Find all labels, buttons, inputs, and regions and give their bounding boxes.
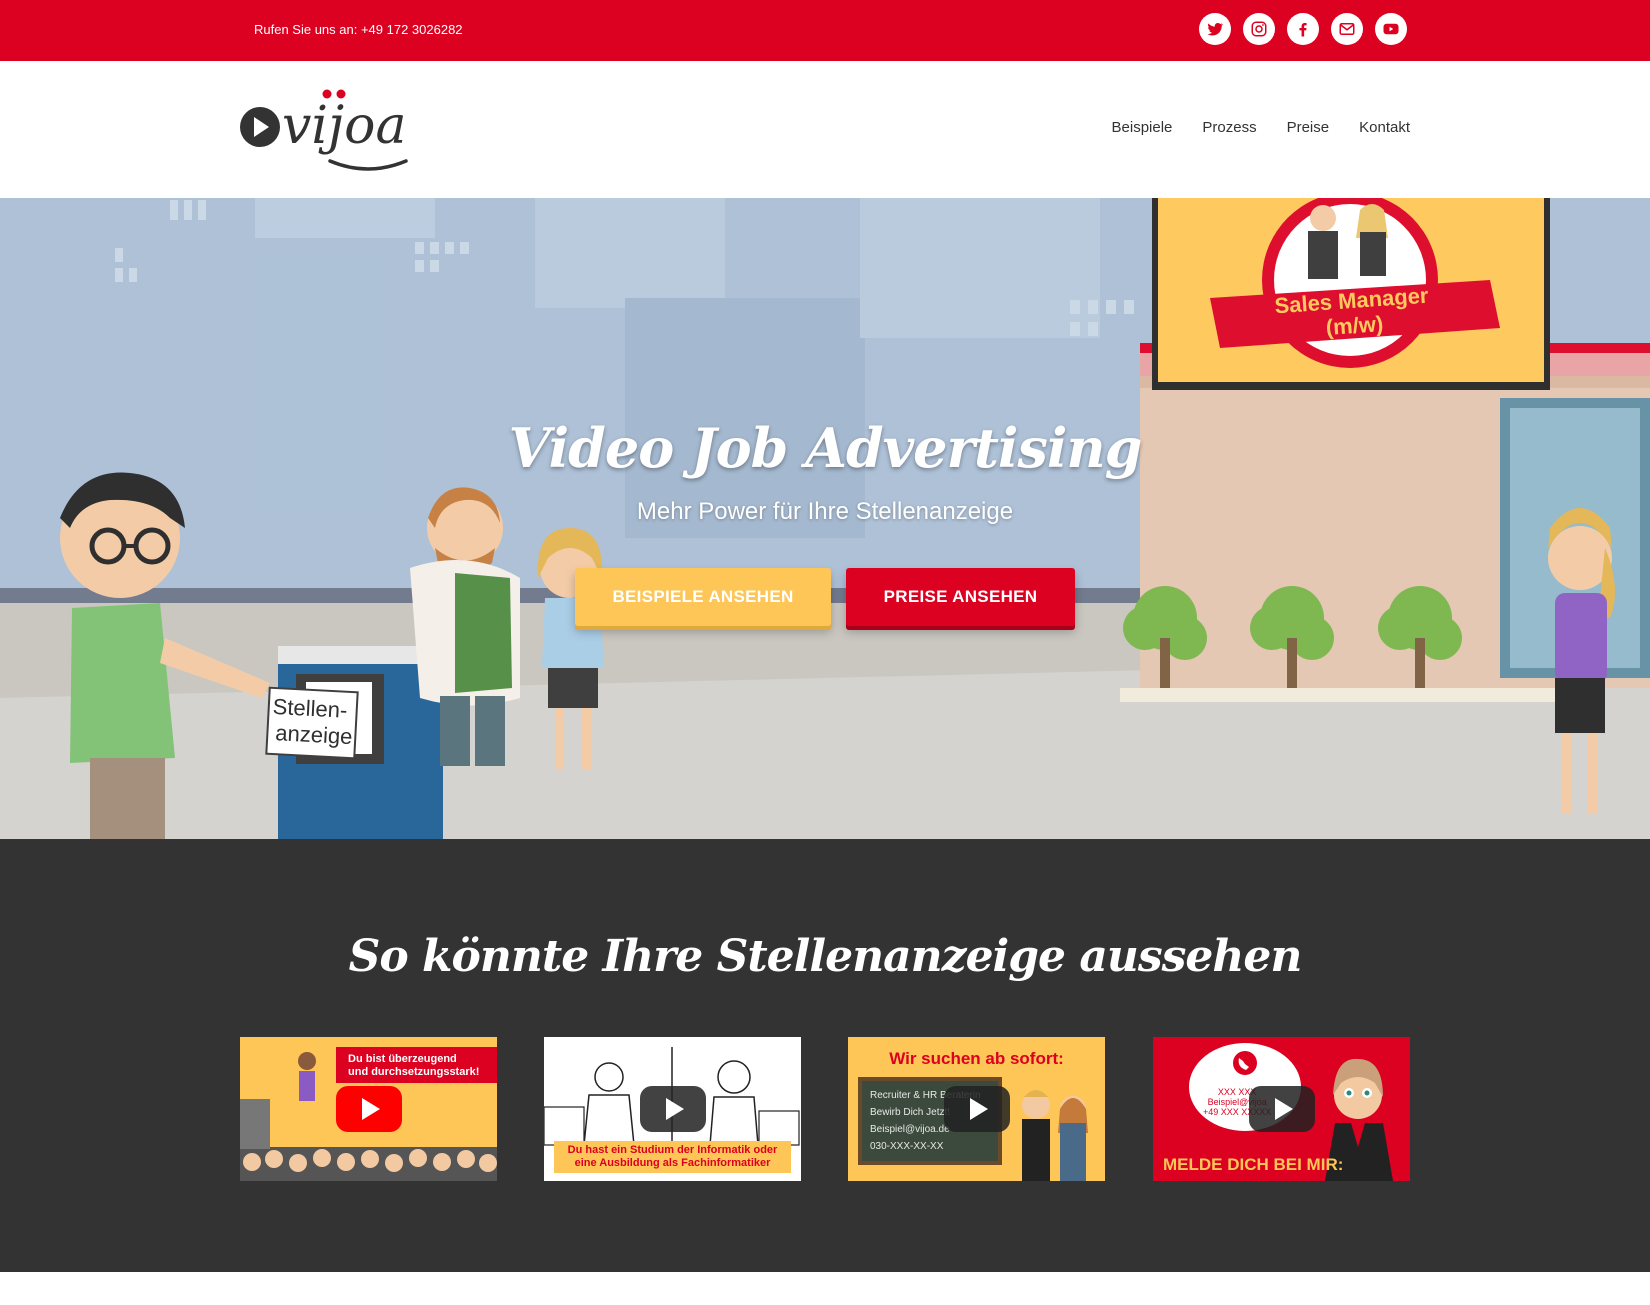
examples-section: So könnte Ihre Stellenanzeige aussehen D… xyxy=(0,839,1650,1272)
video-thumbnail-4[interactable]: XXX XXX Beispiel@vijoa +49 XXX XXXXX MEL… xyxy=(1153,1037,1410,1181)
twitter-icon xyxy=(1207,22,1224,36)
logo[interactable]: vijoa xyxy=(238,89,414,173)
hero-title: Video Job Advertising xyxy=(508,416,1143,480)
video-2-caption-line1: Du hast ein Studium der Informatik oder xyxy=(567,1144,778,1156)
instagram-link[interactable] xyxy=(1243,13,1275,45)
video-3-caption: Wir suchen ab sofort: xyxy=(889,1049,1064,1068)
video-3-board-line3: Beispiel@vijoa.de xyxy=(870,1124,950,1135)
footer-spacer xyxy=(0,1272,1650,1305)
social-links xyxy=(1199,13,1407,45)
nav-prozess[interactable]: Prozess xyxy=(1202,119,1256,136)
video-3-board-line2: Bewirb Dich Jetzt! xyxy=(870,1107,951,1118)
nav-kontakt[interactable]: Kontakt xyxy=(1359,119,1410,136)
facebook-link[interactable] xyxy=(1287,13,1319,45)
hero-section: Sales Manager (m/w) Stellen- anzeige xyxy=(0,198,1650,839)
video-thumbnail-1[interactable]: Du bist überzeugend und durchsetzungssta… xyxy=(240,1037,497,1181)
video-2-caption-line2: eine Ausbildung als Fachinformatiker xyxy=(574,1157,771,1169)
nav-beispiele[interactable]: Beispiele xyxy=(1112,119,1173,136)
main-nav: Beispiele Prozess Preise Kontakt xyxy=(1112,119,1410,136)
youtube-icon xyxy=(1383,23,1399,35)
video-1-caption-line2: und durchsetzungsstark! xyxy=(348,1066,480,1078)
examples-title: So könnte Ihre Stellenanzeige aussehen xyxy=(348,931,1303,982)
facebook-icon xyxy=(1299,23,1307,37)
mail-link[interactable] xyxy=(1331,13,1363,45)
nav-preise[interactable]: Preise xyxy=(1287,119,1330,136)
examples-button[interactable]: BEISPIELE ANSEHEN xyxy=(575,568,831,626)
phone-text: Rufen Sie uns an: +49 172 3026282 xyxy=(254,22,463,37)
youtube-link[interactable] xyxy=(1375,13,1407,45)
mail-icon xyxy=(1339,23,1355,35)
instagram-icon xyxy=(1251,21,1267,37)
hero-subtitle: Mehr Power für Ihre Stellenanzeige xyxy=(636,498,1014,525)
twitter-link[interactable] xyxy=(1199,13,1231,45)
prices-button[interactable]: PREISE ANSEHEN xyxy=(846,568,1075,626)
video-3-board-line4: 030-XXX-XX-XX xyxy=(870,1141,944,1152)
logo-text: vijoa xyxy=(282,96,406,156)
video-thumbnail-3[interactable]: Wir suchen ab sofort: Recruiter & HR Ber… xyxy=(848,1037,1105,1181)
play-button-1[interactable] xyxy=(335,1086,402,1132)
video-1-caption-line1: Du bist überzeugend xyxy=(348,1053,457,1065)
play-button-3[interactable] xyxy=(943,1086,1010,1132)
video-thumbnail-2[interactable]: Du hast ein Studium der Informatik oder … xyxy=(544,1037,801,1181)
top-bar: Rufen Sie uns an: +49 172 3026282 xyxy=(0,0,1650,61)
video-4-caption: MELDE DICH BEI MIR: xyxy=(1163,1155,1344,1174)
vijoa-logo: vijoa xyxy=(240,89,408,171)
play-button-4[interactable] xyxy=(1248,1086,1315,1132)
site-header: vijoa Beispiele Prozess Preise Kontakt xyxy=(0,61,1650,198)
play-button-2[interactable] xyxy=(639,1086,706,1132)
